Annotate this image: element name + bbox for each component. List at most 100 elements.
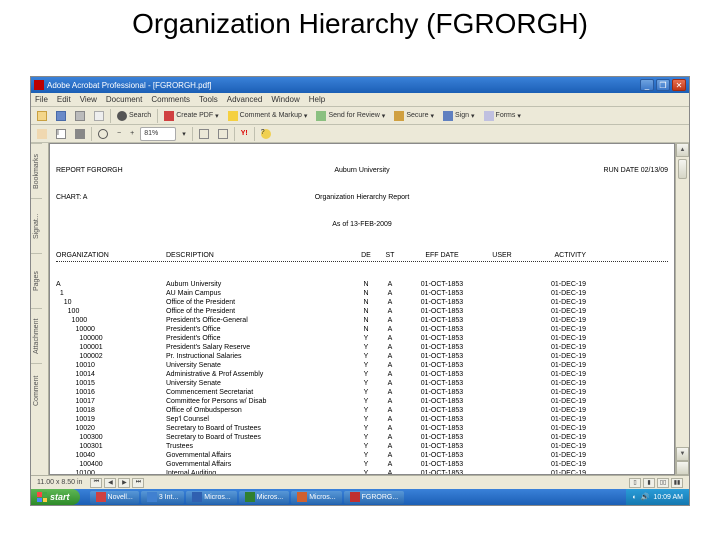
secure-button[interactable]: Secure ▾ xyxy=(391,109,437,123)
zoom-field[interactable]: 81% xyxy=(140,127,176,141)
tab-signatures[interactable]: Signat... xyxy=(31,198,42,253)
report-row: 10016Commencement SecretariatYA01-OCT-18… xyxy=(56,388,668,397)
menu-window[interactable]: Window xyxy=(271,95,299,104)
report-row: 10Office of the PresidentNA01-OCT-185301… xyxy=(56,298,668,307)
search-button[interactable]: Search xyxy=(114,109,154,123)
help-icon: ? xyxy=(261,129,271,139)
fit-width-icon xyxy=(218,129,228,139)
report-id: REPORT FGRORGH xyxy=(56,167,123,174)
windows-logo-icon xyxy=(37,492,47,502)
titlebar: Adobe Acrobat Professional - [FGRORGH.pd… xyxy=(31,77,689,93)
report-row: 10014Administrative & Prof AssemblyYA01-… xyxy=(56,370,668,379)
help-button[interactable]: ? xyxy=(258,127,274,141)
menu-advanced[interactable]: Advanced xyxy=(227,95,263,104)
hand-tool[interactable] xyxy=(34,127,50,141)
print-button[interactable] xyxy=(72,109,88,123)
report-row: 10010University SenateYA01-OCT-185301-DE… xyxy=(56,361,668,370)
menu-edit[interactable]: Edit xyxy=(57,95,71,104)
report-row: 10019Sep'l CounselYA01-OCT-185301-DEC-19 xyxy=(56,415,668,424)
folder-icon xyxy=(37,111,47,121)
toolbar-secondary: I − + 81% ▾ Y! ? xyxy=(31,125,689,143)
statusbar: 11.00 x 8.50 in ⏮ ◀ ▶ ⏭ ▯ ▮ ▯▯ ▮▮ xyxy=(31,475,689,489)
scroll-corner xyxy=(676,461,689,475)
menu-file[interactable]: File xyxy=(35,95,48,104)
report-row: 100301TrusteesYA01-OCT-185301-DEC-19 xyxy=(56,442,668,451)
task-item[interactable]: Novell... xyxy=(90,491,139,504)
sign-button[interactable]: Sign ▾ xyxy=(440,109,478,123)
report-row: 10015University SenateYA01-OCT-185301-DE… xyxy=(56,379,668,388)
email-button[interactable] xyxy=(91,109,107,123)
comment-markup-button[interactable]: Comment & Markup ▾ xyxy=(225,109,311,123)
zoom-dropdown[interactable]: ▾ xyxy=(179,127,189,141)
vertical-scrollbar[interactable]: ▲ ▼ xyxy=(675,143,689,475)
menu-help[interactable]: Help xyxy=(309,95,325,104)
menu-tools[interactable]: Tools xyxy=(199,95,218,104)
excel-icon xyxy=(245,492,255,502)
create-pdf-button[interactable]: Create PDF ▾ xyxy=(161,109,221,123)
fit-page-button[interactable] xyxy=(196,127,212,141)
continuous-button[interactable]: ▮ xyxy=(643,478,655,488)
first-page-button[interactable]: ⏮ xyxy=(90,478,102,488)
document-pane: REPORT FGRORGH Auburn University RUN DAT… xyxy=(49,143,675,475)
open-button[interactable] xyxy=(34,109,50,123)
zoom-in-button[interactable]: + xyxy=(127,127,137,141)
continuous-facing-button[interactable]: ▮▮ xyxy=(671,478,683,488)
column-headers: ORGANIZATIONDESCRIPTIONDESTEFF DATEUSERA… xyxy=(56,251,668,262)
prev-page-button[interactable]: ◀ xyxy=(104,478,116,488)
forms-button[interactable]: Forms ▾ xyxy=(481,109,524,123)
scroll-thumb[interactable] xyxy=(678,159,687,179)
tray-icon[interactable]: 🔊 xyxy=(641,493,650,501)
toolbar-primary: Search Create PDF ▾ Comment & Markup ▾ S… xyxy=(31,107,689,125)
mail-icon xyxy=(94,111,104,121)
menubar: File Edit View Document Comments Tools A… xyxy=(31,93,689,107)
report-row: 100400Governmental AffairsYA01-OCT-18530… xyxy=(56,460,668,469)
task-item[interactable]: 3 Int... xyxy=(141,491,184,504)
form-icon xyxy=(484,111,494,121)
system-tray[interactable]: ◐ 🔊 10:09 AM xyxy=(626,489,689,505)
last-page-button[interactable]: ⏭ xyxy=(132,478,144,488)
task-item[interactable]: Micros... xyxy=(239,491,289,504)
tab-attachments[interactable]: Attachment xyxy=(31,308,42,363)
select-tool[interactable]: I xyxy=(53,127,69,141)
zoom-tool[interactable] xyxy=(95,127,111,141)
report-row: 100Office of the PresidentNA01-OCT-18530… xyxy=(56,307,668,316)
tray-icon[interactable]: ◐ xyxy=(632,494,636,501)
send-review-button[interactable]: Send for Review ▾ xyxy=(313,109,388,123)
report-row: 10018Office of OmbudspersonYA01-OCT-1853… xyxy=(56,406,668,415)
facing-button[interactable]: ▯▯ xyxy=(657,478,669,488)
pdf-icon xyxy=(350,492,360,502)
minimize-button[interactable]: _ xyxy=(640,79,654,91)
acrobat-window: Adobe Acrobat Professional - [FGRORGH.pd… xyxy=(30,76,690,506)
app-icon xyxy=(34,80,44,90)
page-size-label: 11.00 x 8.50 in xyxy=(37,479,82,486)
menu-document[interactable]: Document xyxy=(106,95,142,104)
lock-icon xyxy=(394,111,404,121)
tab-pages[interactable]: Pages xyxy=(31,253,42,308)
task-item[interactable]: Micros... xyxy=(186,491,236,504)
scroll-up-button[interactable]: ▲ xyxy=(676,143,689,157)
yahoo-button[interactable]: Y! xyxy=(238,127,251,141)
maximize-button[interactable]: ❐ xyxy=(656,79,670,91)
pen-icon xyxy=(443,111,453,121)
zoom-out-button[interactable]: − xyxy=(114,127,124,141)
hand-icon xyxy=(37,129,47,139)
start-button[interactable]: start xyxy=(31,489,80,505)
report-rundate: RUN DATE 02/13/09 xyxy=(604,167,668,174)
windows-taskbar: start Novell... 3 Int... Micros... Micro… xyxy=(31,489,689,505)
close-button[interactable]: ✕ xyxy=(672,79,686,91)
snapshot-tool[interactable] xyxy=(72,127,88,141)
task-item[interactable]: Micros... xyxy=(291,491,341,504)
save-button[interactable] xyxy=(53,109,69,123)
next-page-button[interactable]: ▶ xyxy=(118,478,130,488)
single-page-button[interactable]: ▯ xyxy=(629,478,641,488)
tab-comments[interactable]: Comment xyxy=(31,363,42,418)
fit-width-button[interactable] xyxy=(215,127,231,141)
tab-bookmarks[interactable]: Bookmarks xyxy=(31,143,42,198)
task-item[interactable]: FGRORG... xyxy=(344,491,405,504)
report-row: 10040Governmental AffairsYA01-OCT-185301… xyxy=(56,451,668,460)
scroll-down-button[interactable]: ▼ xyxy=(676,447,689,461)
menu-view[interactable]: View xyxy=(80,95,97,104)
report-asof: As of 13-FEB-2009 xyxy=(332,221,392,228)
clock[interactable]: 10:09 AM xyxy=(653,494,683,501)
menu-comments[interactable]: Comments xyxy=(151,95,190,104)
